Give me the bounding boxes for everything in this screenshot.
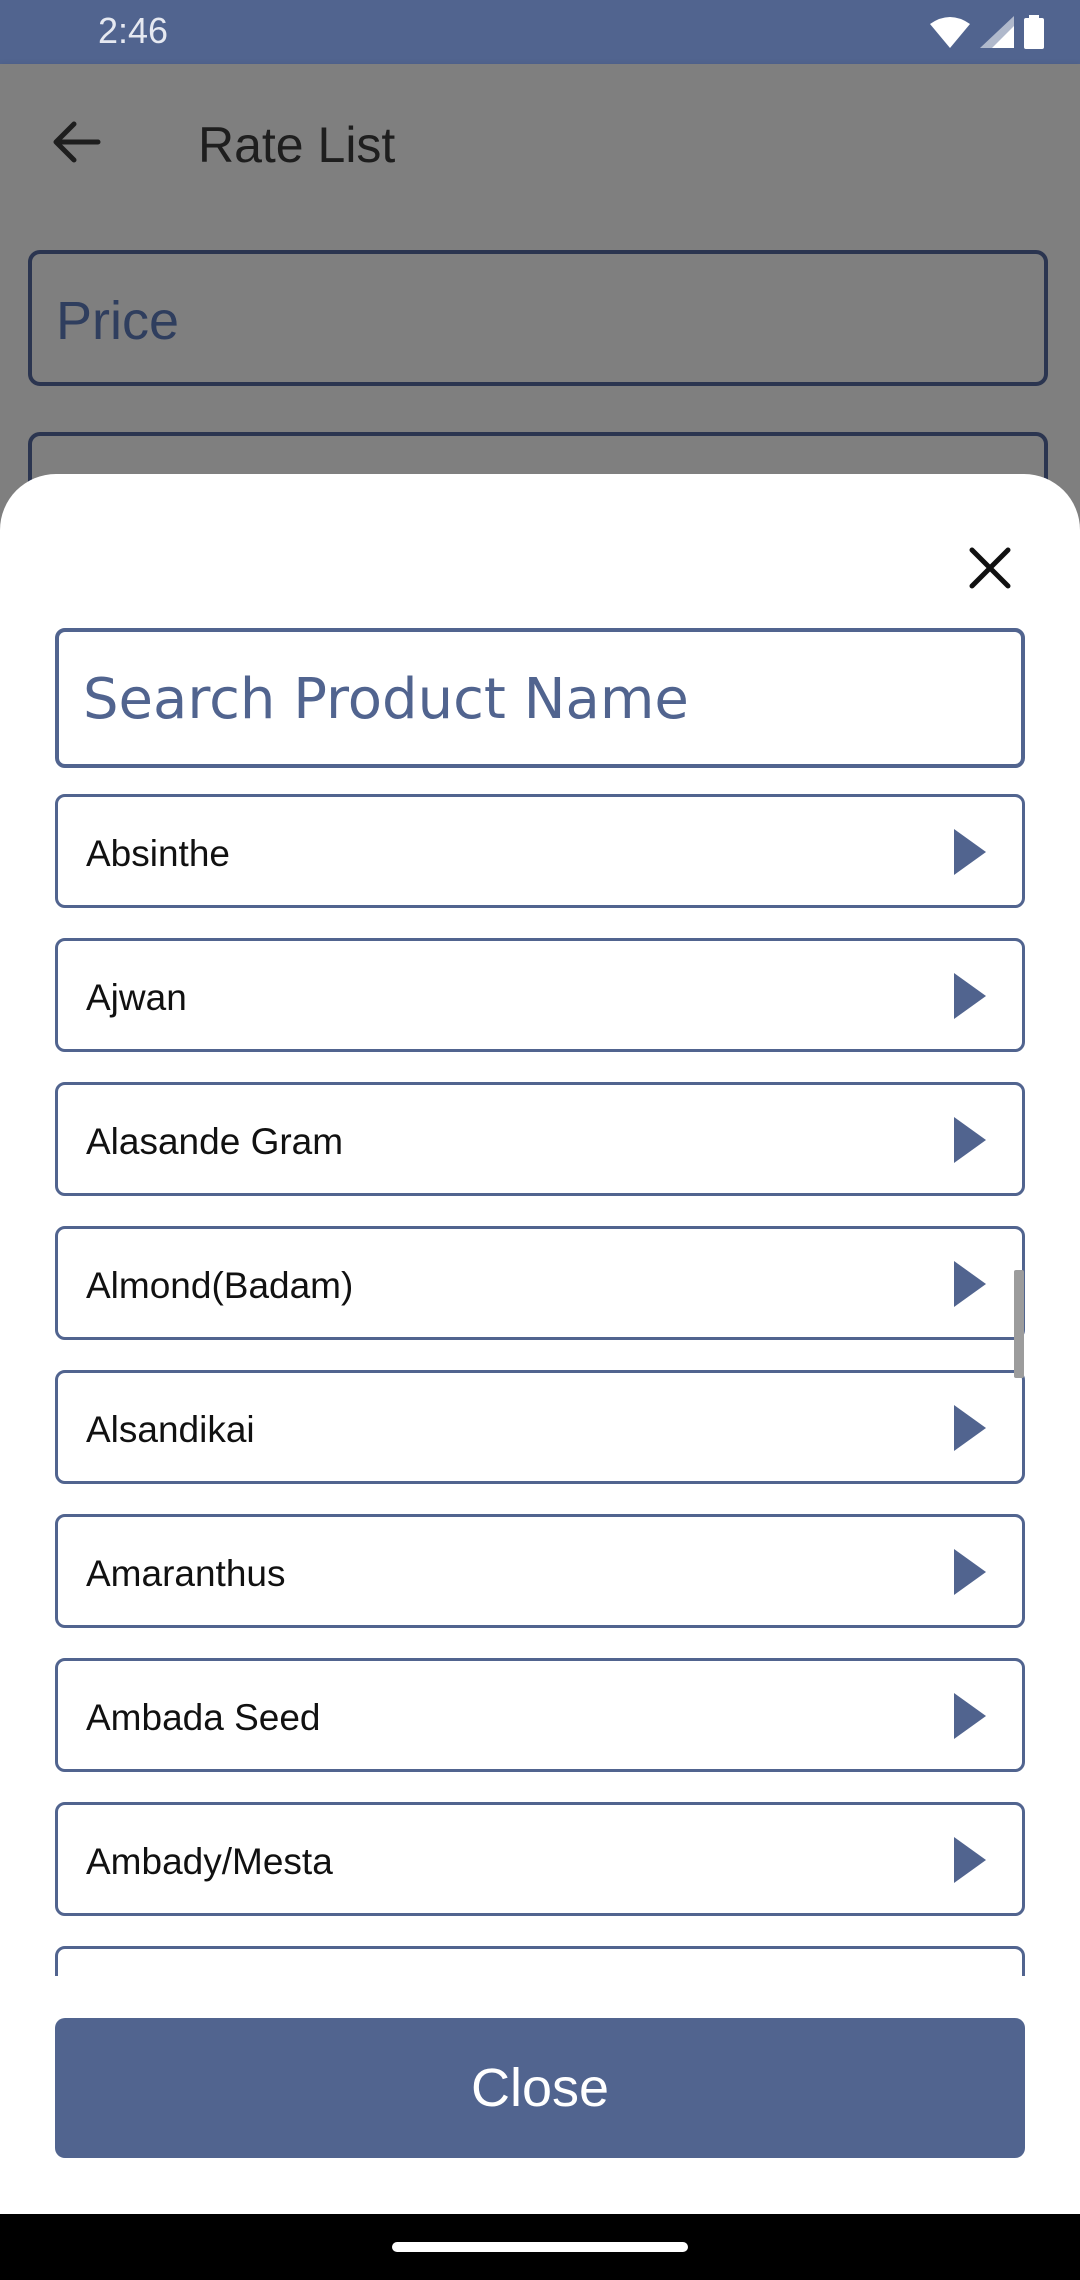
- list-item[interactable]: Absinthe: [55, 794, 1025, 908]
- play-icon: [952, 1403, 988, 1453]
- list-scrollbar[interactable]: [1014, 1270, 1024, 1378]
- navigation-bar: [0, 2214, 1080, 2280]
- list-item[interactable]: Alasande Gram: [55, 1082, 1025, 1196]
- signal-icon: [980, 16, 1014, 48]
- list-item[interactable]: Ambady/Mesta: [55, 1802, 1025, 1916]
- list-item-label: Alsandikai: [86, 1409, 255, 1450]
- wifi-icon: [930, 16, 970, 48]
- list-item-label: Ambady/Mesta: [86, 1841, 333, 1882]
- list-item-label: Amaranthus: [86, 1553, 286, 1594]
- page-title: Rate List: [198, 117, 396, 173]
- status-bar: 2:46: [0, 0, 1080, 64]
- list-item[interactable]: Alsandikai: [55, 1370, 1025, 1484]
- product-picker-sheet: Absinthe Ajwan Alasande Gram Almond(Bada…: [0, 474, 1080, 2214]
- play-icon: [952, 1547, 988, 1597]
- list-item[interactable]: Ambada Seed: [55, 1658, 1025, 1772]
- play-icon: [952, 971, 988, 1021]
- close-icon[interactable]: [960, 538, 1020, 598]
- list-item[interactable]: Ajwan: [55, 938, 1025, 1052]
- status-time: 2:46: [98, 10, 169, 51]
- list-item-label: Absinthe: [86, 833, 230, 874]
- back-arrow-icon[interactable]: [48, 114, 104, 170]
- product-list-clip: Absinthe Ajwan Alasande Gram Almond(Bada…: [0, 794, 1080, 1976]
- play-icon: [952, 1691, 988, 1741]
- close-button[interactable]: Close: [55, 2018, 1025, 2158]
- list-item-partial[interactable]: [55, 1946, 1025, 1976]
- price-field-label: Price: [56, 291, 180, 351]
- app-bar: Rate List: [0, 64, 1080, 220]
- list-item-label: Ajwan: [86, 977, 187, 1018]
- list-item-label: Almond(Badam): [86, 1265, 354, 1306]
- search-input[interactable]: [81, 632, 1005, 766]
- home-indicator[interactable]: [392, 2242, 688, 2252]
- status-icons: [930, 14, 1044, 50]
- list-item[interactable]: Almond(Badam): [55, 1226, 1025, 1340]
- list-item-label: Ambada Seed: [86, 1697, 321, 1738]
- play-icon: [952, 1835, 988, 1885]
- price-field[interactable]: Price: [28, 250, 1048, 386]
- list-item[interactable]: Amaranthus: [55, 1514, 1025, 1628]
- play-icon: [952, 827, 988, 877]
- list-item-label: Alasande Gram: [86, 1121, 344, 1162]
- search-box: [55, 628, 1025, 768]
- battery-icon: [1024, 15, 1044, 49]
- play-icon: [952, 1259, 988, 1309]
- play-icon: [952, 1115, 988, 1165]
- product-list[interactable]: Absinthe Ajwan Alasande Gram Almond(Bada…: [0, 794, 1080, 1976]
- product-list-inner: Absinthe Ajwan Alasande Gram Almond(Bada…: [55, 794, 1025, 1976]
